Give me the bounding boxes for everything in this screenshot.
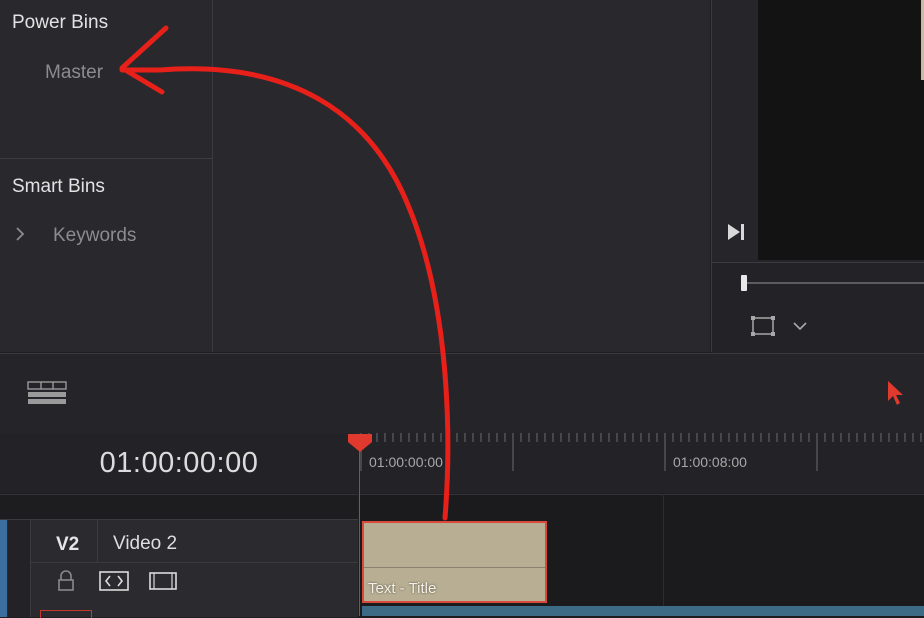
track-select-cell[interactable] bbox=[8, 520, 31, 617]
clip-below-track[interactable] bbox=[362, 606, 924, 616]
timeline-ruler[interactable]: 01:00:00:00 01:00:08:00 bbox=[359, 433, 924, 493]
track-color-accent bbox=[0, 520, 7, 617]
track-separator bbox=[97, 520, 98, 562]
clip-divider bbox=[364, 567, 545, 568]
track-name[interactable]: Video 2 bbox=[113, 533, 177, 555]
disable-video-track-icon[interactable] bbox=[149, 571, 177, 591]
power-bins-heading: Power Bins bbox=[12, 12, 109, 33]
viewer-screen bbox=[758, 0, 924, 260]
track-color-swatch[interactable] bbox=[40, 610, 92, 618]
timeline-toolbar bbox=[0, 353, 924, 434]
viewer-panel bbox=[711, 0, 924, 353]
timecode: 01:00:00:00 bbox=[99, 447, 259, 479]
chevron-down-icon[interactable] bbox=[792, 320, 808, 332]
playhead-line[interactable] bbox=[359, 444, 360, 616]
timeline-clip-text-title[interactable]: Text - Title bbox=[362, 521, 547, 603]
bins-divider bbox=[0, 158, 212, 159]
timeline-gridline bbox=[663, 494, 664, 616]
auto-select-icon[interactable] bbox=[99, 571, 129, 591]
track-id: V2 bbox=[56, 534, 80, 555]
media-pool-area bbox=[213, 0, 710, 352]
scrub-handle[interactable] bbox=[741, 275, 747, 291]
bin-item-master[interactable]: Master bbox=[45, 62, 103, 84]
viewer-controls bbox=[712, 262, 924, 353]
ruler-label-start: 01:00:00:00 bbox=[369, 454, 443, 470]
lock-icon[interactable] bbox=[56, 570, 76, 592]
skip-to-end-icon[interactable] bbox=[726, 222, 748, 242]
smart-bins-heading: Smart Bins bbox=[12, 176, 105, 197]
clip-label: Text - Title bbox=[368, 580, 437, 597]
bins-panel: Power Bins Master Smart Bins Keywords bbox=[0, 0, 213, 352]
track-divider bbox=[30, 562, 358, 563]
transform-icon[interactable] bbox=[749, 314, 777, 338]
chevron-right-icon[interactable] bbox=[14, 226, 26, 242]
scrub-track[interactable] bbox=[742, 282, 924, 284]
bin-item-keywords[interactable]: Keywords bbox=[53, 225, 136, 247]
track-header-v2: V2 Video 2 bbox=[0, 519, 358, 618]
ruler-ticks bbox=[360, 433, 922, 471]
ruler-label-8s: 01:00:08:00 bbox=[673, 454, 747, 470]
playhead-head-icon[interactable] bbox=[347, 433, 373, 453]
timeline-view-options-icon[interactable] bbox=[27, 381, 67, 405]
timecode-display: 01:00:00:00 bbox=[0, 433, 358, 493]
selection-tool-icon[interactable] bbox=[885, 379, 907, 407]
track-header-spacer bbox=[0, 494, 358, 519]
